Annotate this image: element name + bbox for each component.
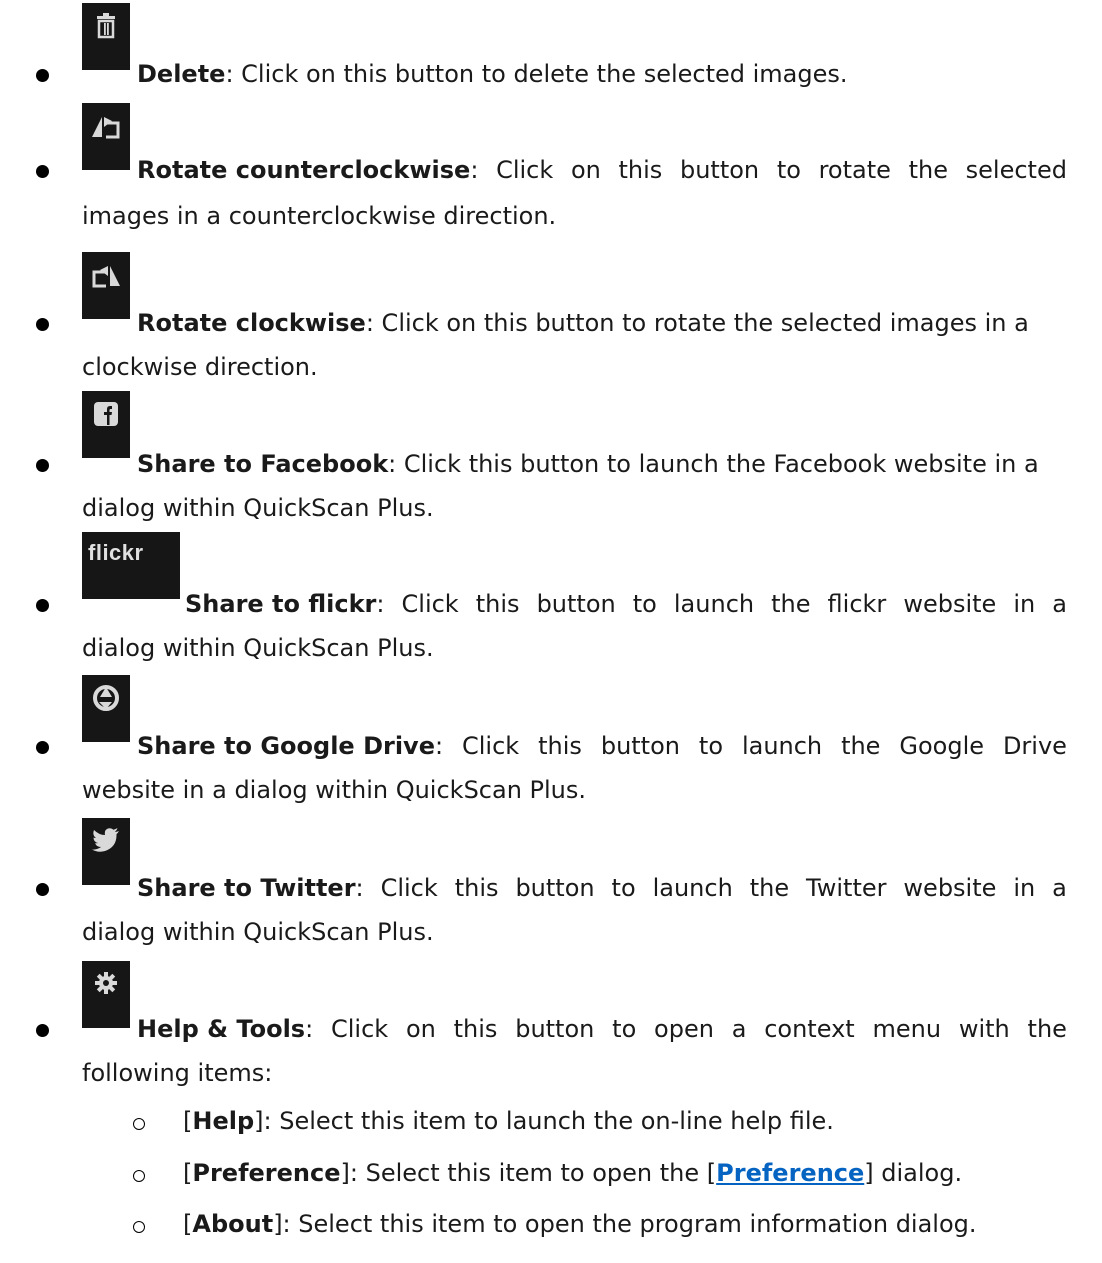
bullet [36, 1024, 49, 1037]
item-text-line1: Help & Tools: Click on this button to open a co… [137, 1015, 1067, 1043]
item-text-line2: website in a dialog within QuickScan Plu… [82, 776, 587, 804]
item-text-line1: Rotate clockwise: Click on this button t… [137, 309, 1029, 337]
bullet [36, 883, 49, 896]
bullet [36, 459, 49, 472]
sub-bullet [133, 1170, 145, 1182]
rotate-counterclockwise-icon [82, 103, 130, 170]
sub-bullet [133, 1221, 145, 1233]
bullet [36, 165, 49, 178]
trash-icon [82, 3, 130, 70]
flickr-icon: flickr [82, 532, 180, 599]
gear-icon [82, 961, 130, 1028]
twitter-icon [82, 818, 130, 885]
item-text-line2: following items: [82, 1059, 273, 1087]
item-text-line2: dialog within QuickScan Plus. [82, 918, 434, 946]
bullet [36, 741, 49, 754]
item-text-line1: Share to flickr: Click this button to launch… [185, 590, 1067, 618]
item-text-line2: dialog within QuickScan Plus. [82, 634, 434, 662]
item-text-line1: Share to Twitter: Click this button to launc… [137, 874, 1067, 902]
subitem-preference: [Preference]: Select this item to open t… [183, 1159, 963, 1187]
sub-bullet [133, 1118, 145, 1130]
subitem-about: [About]: Select this item to open the pr… [183, 1210, 977, 1238]
flickr-icon-text: flickr [88, 540, 144, 565]
bullet [36, 318, 49, 331]
google-drive-icon [82, 675, 130, 742]
bullet [36, 69, 49, 82]
item-text-line1: Share to Facebook: Click this button to … [137, 450, 1039, 478]
item-text-line2: dialog within QuickScan Plus. [82, 494, 434, 522]
preference-link[interactable]: Preference [716, 1159, 864, 1187]
item-text-line2: clockwise direction. [82, 353, 318, 381]
facebook-icon [82, 391, 130, 458]
item-text-line2: images in a counterclockwise direction. [82, 202, 557, 230]
rotate-clockwise-icon [82, 252, 130, 319]
item-text-line1: Share to Google Drive: Click this button to… [137, 732, 1067, 760]
subitem-help: [Help]: Select this item to launch the o… [183, 1107, 834, 1135]
item-text: Delete: Click on this button to delete t… [137, 60, 848, 88]
bullet [36, 599, 49, 612]
item-text-line1: Rotate counterclockwise: Click on this butt… [137, 156, 1067, 184]
